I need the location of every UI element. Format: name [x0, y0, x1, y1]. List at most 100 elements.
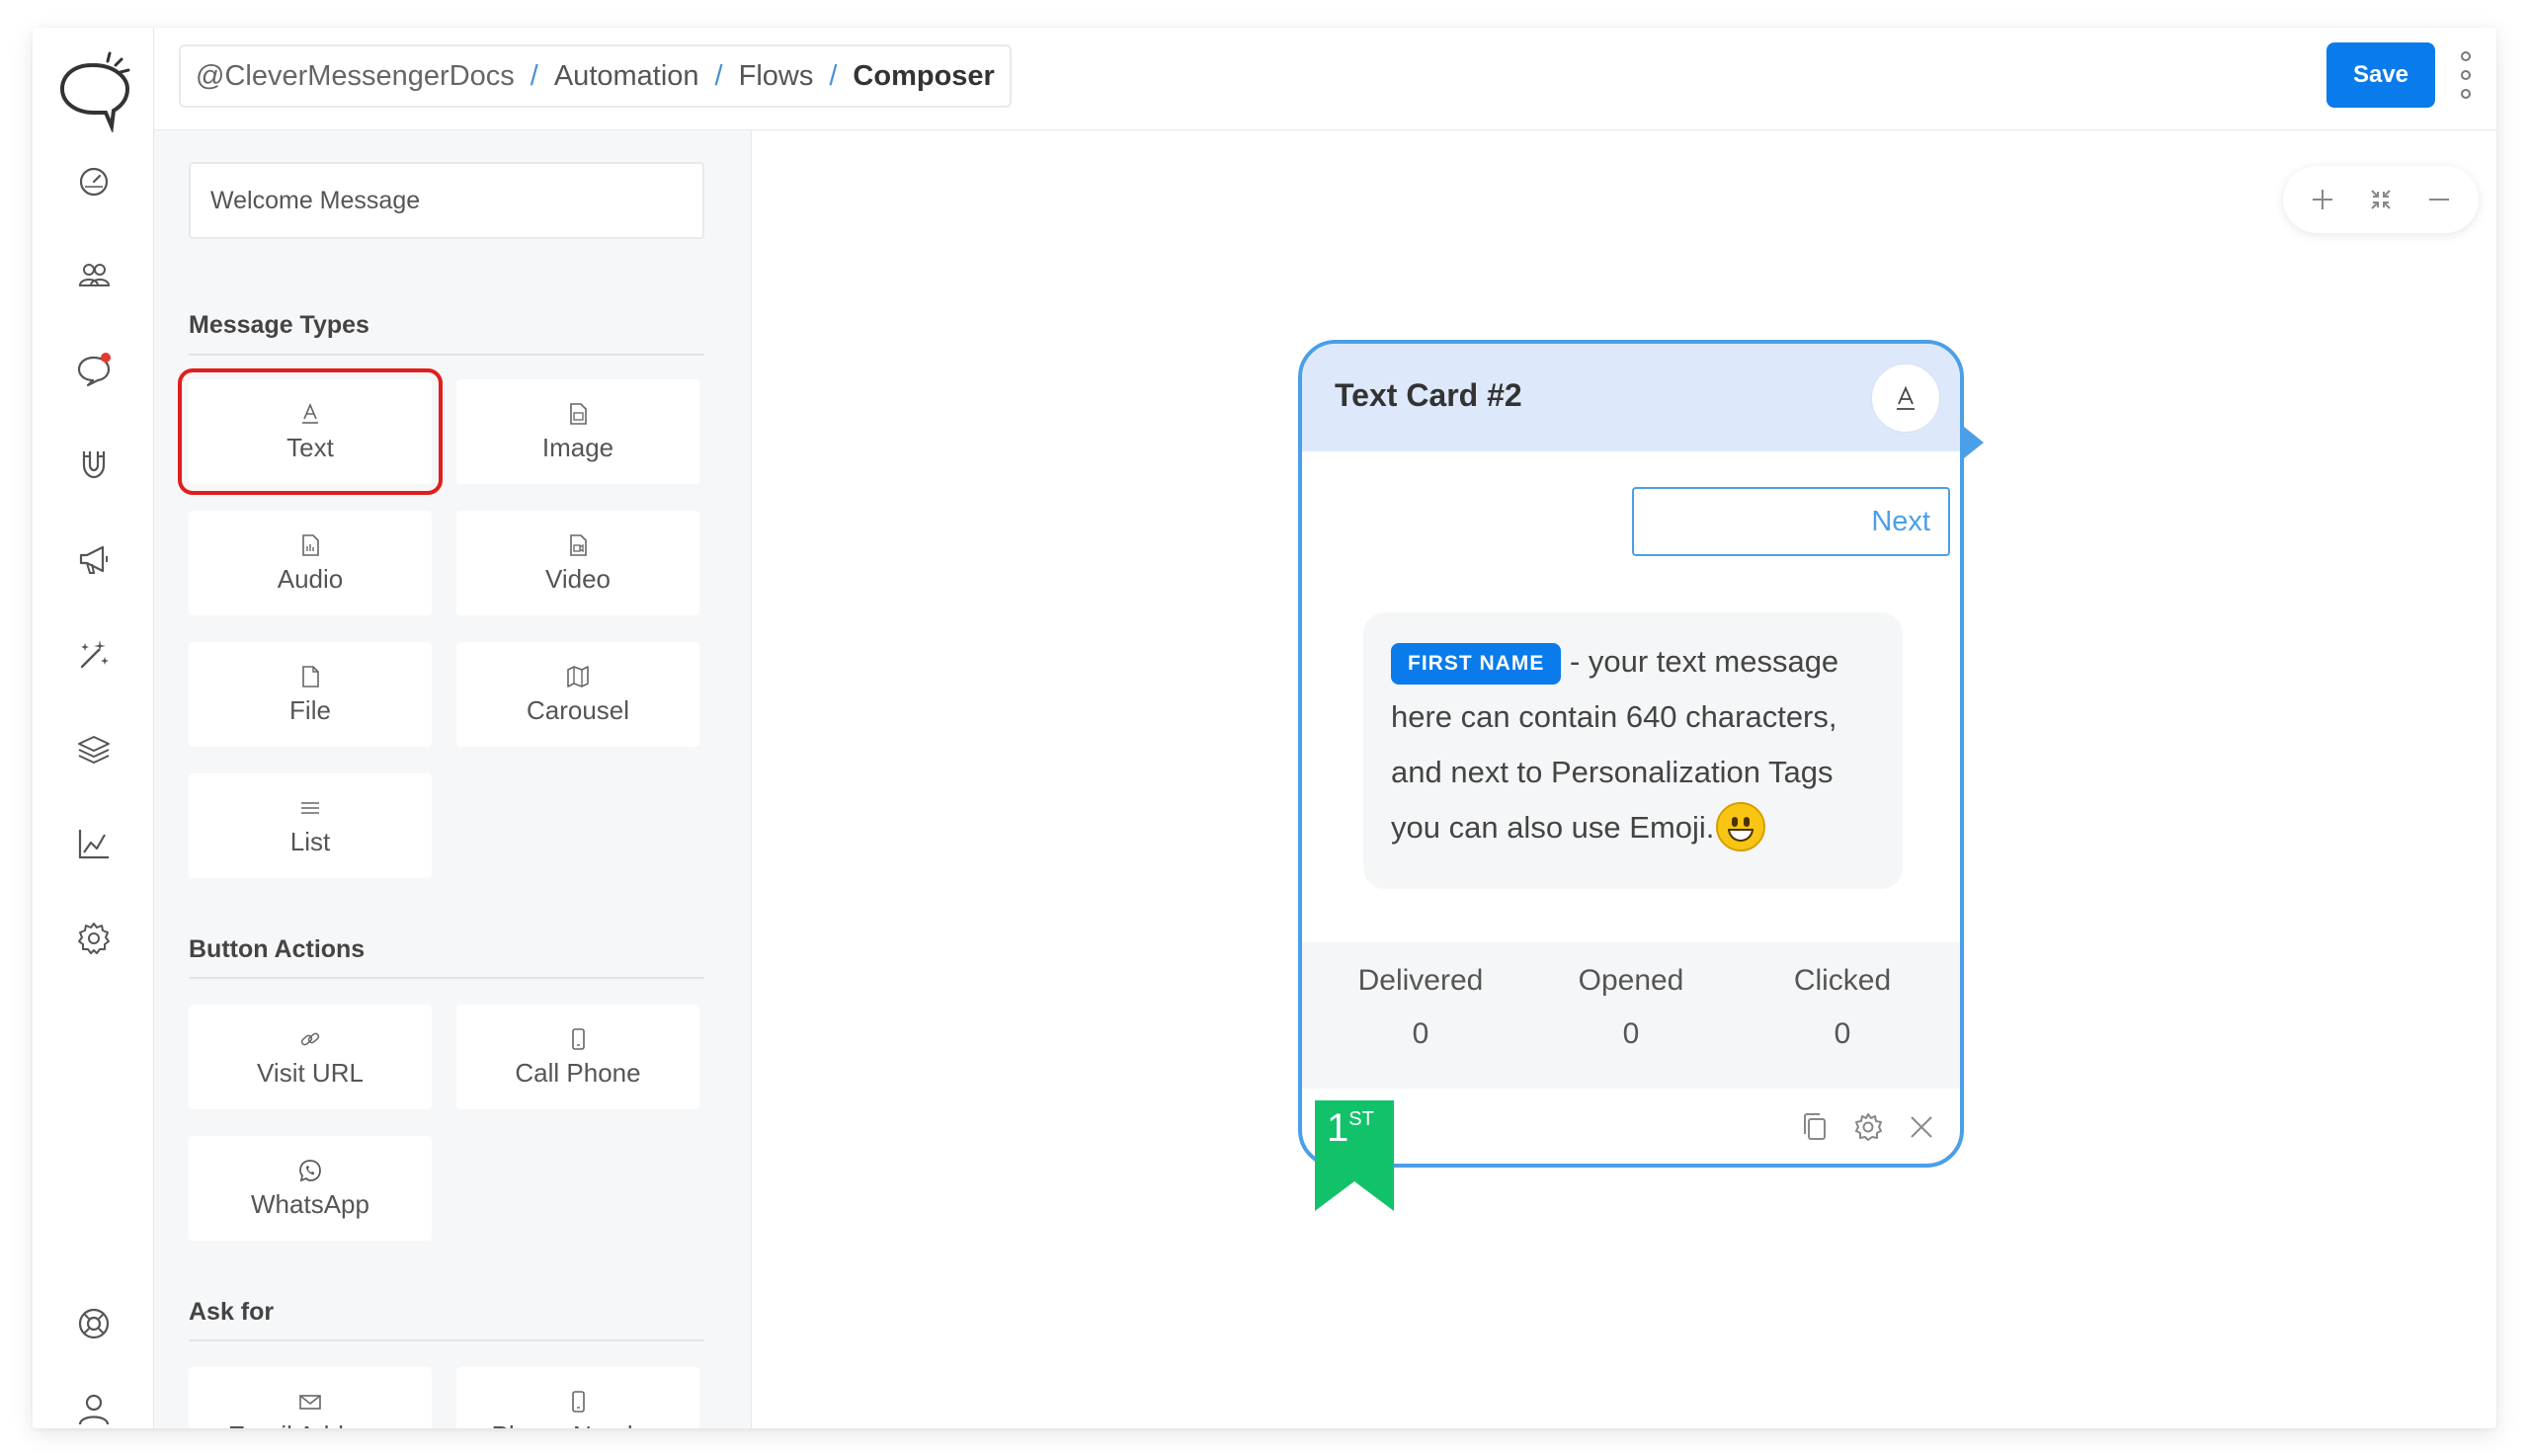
zoom-out-button[interactable] [2419, 180, 2459, 219]
app-window: @CleverMessengerDocs / Automation / Flow… [33, 28, 2496, 1428]
text-icon [302, 402, 318, 424]
grinning-emoji-icon [1716, 802, 1766, 851]
stat-value: 0 [1412, 1017, 1429, 1050]
rail-automation[interactable] [33, 624, 154, 684]
logo-icon[interactable] [54, 41, 133, 132]
components-panel: Message Types Text Image Audio Video Fil… [154, 130, 752, 1428]
carousel-icon [567, 665, 589, 688]
breadcrumb-root[interactable]: @CleverMessengerDocs [196, 60, 515, 93]
badge-number: 1 [1327, 1106, 1349, 1150]
message-types-title: Message Types [189, 311, 369, 339]
flow-canvas[interactable]: Text Card #2 Next FIRST NAME - your text… [752, 130, 2496, 1428]
text-icon [1897, 385, 1915, 410]
envelope-icon [299, 1394, 321, 1410]
tile-visit-url[interactable]: Visit URL [189, 1005, 432, 1109]
tile-label: Audio [277, 563, 344, 594]
automation-icon [80, 640, 109, 669]
breadcrumb-flows[interactable]: Flows [739, 60, 814, 93]
rail-templates[interactable] [33, 719, 154, 778]
rail-help[interactable] [33, 1294, 154, 1353]
tile-label: Visit URL [257, 1057, 364, 1088]
tile-video[interactable]: Video [456, 511, 699, 615]
breadcrumb-current: Composer [853, 59, 995, 92]
rail-growth-tools[interactable] [33, 435, 154, 494]
tile-label: Call Phone [515, 1057, 641, 1088]
fit-to-screen-button[interactable] [2361, 180, 2401, 219]
tile-call-phone[interactable]: Call Phone [456, 1005, 699, 1109]
rail-live-chat[interactable] [33, 340, 154, 399]
stat-value: 0 [1834, 1017, 1851, 1050]
phone-icon [572, 1390, 585, 1413]
tile-file[interactable]: File [189, 642, 432, 747]
help-icon [78, 1308, 109, 1339]
card-stats: Delivered 0 Opened 0 Clicked 0 [1302, 942, 1960, 1089]
tile-phone-number[interactable]: Phone Number [456, 1367, 699, 1428]
card-actions [1796, 1108, 1940, 1146]
divider [189, 977, 704, 979]
tile-label: File [289, 694, 331, 725]
next-button[interactable]: Next [1632, 487, 1950, 556]
tile-label: Email Address [228, 1420, 392, 1429]
save-button[interactable]: Save [2326, 42, 2435, 108]
rail-account[interactable] [33, 1379, 154, 1428]
rail-audience[interactable] [33, 245, 154, 304]
left-rail [33, 28, 154, 1428]
stat-label: Clicked [1793, 964, 1892, 997]
phone-icon [572, 1027, 585, 1050]
settings-icon [77, 923, 110, 954]
tile-label: Phone Number [492, 1420, 665, 1429]
close-icon [1911, 1116, 1932, 1138]
stat-opened: Opened 0 [1532, 964, 1730, 1051]
live-chat-icon [77, 353, 111, 387]
button-actions-title: Button Actions [189, 935, 366, 963]
tile-label: List [289, 826, 331, 856]
rail-settings[interactable] [33, 909, 154, 968]
stat-clicked: Clicked 0 [1744, 964, 1941, 1051]
audio-icon [302, 533, 319, 556]
breadcrumb-separator: / [714, 59, 723, 92]
rail-broadcast[interactable] [33, 529, 154, 589]
list-icon [301, 801, 319, 814]
zoom-in-button[interactable] [2303, 180, 2342, 219]
divider [189, 1339, 704, 1341]
message-text-line: here can contain 640 characters, [1391, 699, 1837, 734]
first-step-badge: 1ST [1327, 1106, 1374, 1151]
duplicate-button[interactable] [1796, 1108, 1834, 1146]
tile-audio[interactable]: Audio [189, 511, 432, 615]
delete-card-button[interactable] [1903, 1108, 1940, 1146]
tile-image[interactable]: Image [456, 379, 699, 484]
output-connector[interactable] [1964, 427, 1984, 458]
card-title: Text Card #2 [1335, 377, 1522, 413]
stat-label: Opened [1578, 964, 1684, 997]
message-bubble[interactable]: FIRST NAME - your text message here can … [1363, 612, 1903, 889]
breadcrumb-automation[interactable]: Automation [554, 60, 699, 93]
growth-tools-icon [82, 451, 105, 479]
more-options-icon[interactable] [2459, 51, 2473, 99]
card-header: Text Card #2 [1302, 344, 1960, 451]
card-settings-button[interactable] [1849, 1108, 1887, 1146]
message-text-line: - your text message [1569, 644, 1839, 679]
tile-label: Carousel [526, 694, 630, 725]
whatsapp-icon [299, 1159, 321, 1181]
tile-email-address[interactable]: Email Address [189, 1367, 432, 1428]
divider [189, 354, 704, 356]
tile-list[interactable]: List [189, 773, 432, 878]
tile-carousel[interactable]: Carousel [456, 642, 699, 747]
tile-label: Text [286, 432, 334, 462]
tile-text[interactable]: Text [178, 368, 443, 495]
rail-analytics[interactable] [33, 814, 154, 873]
flow-name-input[interactable] [189, 162, 704, 239]
tile-label: Video [544, 563, 612, 594]
tile-label: Image [541, 432, 614, 462]
personalization-tag[interactable]: FIRST NAME [1391, 643, 1562, 685]
ask-for-title: Ask for [189, 1298, 275, 1326]
dashboard-icon [79, 167, 108, 197]
image-icon [570, 402, 587, 425]
zoom-controls [2283, 166, 2479, 233]
text-card[interactable]: Text Card #2 Next FIRST NAME - your text… [1298, 340, 1964, 1168]
file-icon [302, 665, 319, 688]
stat-delivered: Delivered 0 [1322, 964, 1519, 1051]
tile-whatsapp[interactable]: WhatsApp [189, 1136, 432, 1241]
badge-suffix: ST [1348, 1108, 1374, 1130]
rail-dashboard[interactable] [33, 150, 154, 209]
